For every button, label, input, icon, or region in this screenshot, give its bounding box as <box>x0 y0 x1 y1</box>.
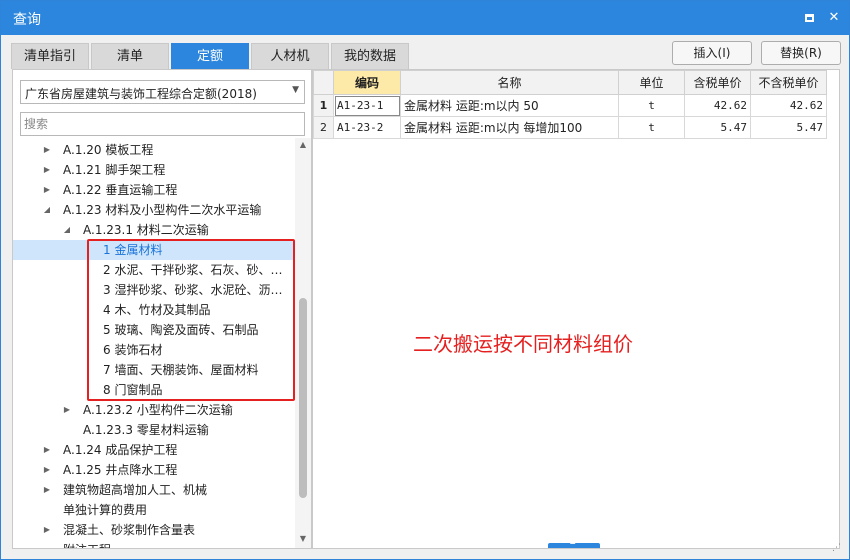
collapse-arrow-icon[interactable]: ◢ <box>61 220 73 240</box>
row-number: 2 <box>313 116 334 139</box>
tab-quota[interactable]: 定额 <box>171 43 249 69</box>
cell-code[interactable]: A1-23-1 <box>333 94 401 117</box>
cell-unit[interactable]: t <box>618 116 685 139</box>
cell-unit[interactable]: t <box>618 94 685 117</box>
expand-arrow-icon[interactable]: ▶ <box>41 460 53 480</box>
tree-node-label: A.1.23.1 材料二次运输 <box>83 223 209 237</box>
column-header-price-tax[interactable]: 含税单价 <box>684 70 751 95</box>
tab-list[interactable]: 清单 <box>91 43 169 69</box>
tree-node-label: A.1.24 成品保护工程 <box>63 443 178 457</box>
query-window: 查询 ✕ 清单指引 清单 定额 人材机 我的数据 插入(I) 替换(R) 广东省… <box>0 0 850 560</box>
scroll-down-icon[interactable]: ▼ <box>298 534 308 543</box>
annotation-text: 二次搬运按不同材料组价 <box>413 332 633 356</box>
cell-name[interactable]: 金属材料 运距:m以内 50 <box>400 94 619 117</box>
tree-node-label: A.1.23.3 零星材料运输 <box>83 423 209 437</box>
cell-price-notax[interactable]: 42.62 <box>750 94 827 117</box>
tree-node-label: 建筑物超高增加人工、机械 <box>63 483 208 497</box>
expand-arrow-icon[interactable]: ▶ <box>61 400 73 420</box>
replace-button[interactable]: 替换(R) <box>761 41 841 65</box>
table-row[interactable]: 2 A1-23-2 金属材料 运距:m以内 每增加100 t 5.47 5.47 <box>313 116 827 139</box>
scrollbar-thumb[interactable] <box>299 298 307 498</box>
tree-node-label: 附注工程 <box>63 540 111 548</box>
tree-node-label: 8 门窗制品 <box>103 383 163 397</box>
column-header-code[interactable]: 编码 <box>333 70 401 95</box>
column-header-unit[interactable]: 单位 <box>618 70 685 95</box>
tree-node-label: A.1.21 脚手架工程 <box>63 163 166 177</box>
expand-arrow-icon[interactable]: ▶ <box>41 180 53 200</box>
expand-arrow-icon[interactable]: ▶ <box>41 140 53 160</box>
tree-node-label: 混凝土、砂浆制作含量表 <box>63 523 196 537</box>
search-input[interactable] <box>20 112 305 136</box>
grid-corner-cell <box>313 70 334 95</box>
cell-name[interactable]: 金属材料 运距:m以内 每增加100 <box>400 116 619 139</box>
tree-node-label: 1 金属材料 <box>103 243 163 257</box>
expand-arrow-icon[interactable]: ▶ <box>41 520 53 540</box>
scroll-up-icon[interactable]: ▲ <box>298 140 308 149</box>
maximize-icon[interactable] <box>798 7 820 29</box>
cell-code[interactable]: A1-23-2 <box>333 116 401 139</box>
quota-grid: 编码 名称 单位 含税单价 不含税单价 1 A1-23-1 金属材料 运距:m以… <box>313 70 827 139</box>
chevron-up-icon: ▲ <box>570 537 576 545</box>
tree-node-label: 2 水泥、干拌砂浆、石灰、砂、… <box>103 263 283 277</box>
tree-node-label: A.1.23 材料及小型构件二次水平运输 <box>63 203 262 217</box>
expand-arrow-icon[interactable]: ▶ <box>41 480 53 500</box>
tree-node-label: 5 玻璃、陶瓷及面砖、石制品 <box>103 323 259 337</box>
column-header-price-notax[interactable]: 不含税单价 <box>750 70 827 95</box>
tree-node-label: A.1.20 模板工程 <box>63 143 154 157</box>
tab-my-data[interactable]: 我的数据 <box>331 43 409 69</box>
tree-node-label: A.1.22 垂直运输工程 <box>63 183 178 197</box>
expand-arrow-icon[interactable]: ▶ <box>41 440 53 460</box>
window-title: 查询 <box>13 12 41 28</box>
tree-node-label: 4 木、竹材及其制品 <box>103 303 211 317</box>
tree-node-label: 6 装饰石材 <box>103 343 163 357</box>
tree-node-label: 7 墙面、天棚装饰、屋面材料 <box>103 363 259 377</box>
tree-node-label: A.1.23.2 小型构件二次运输 <box>83 403 233 417</box>
chevron-down-icon[interactable]: ▼ <box>292 85 299 95</box>
cell-price-tax[interactable]: 42.62 <box>684 94 751 117</box>
title-bar[interactable]: 查询 ✕ <box>1 1 849 35</box>
cell-price-notax[interactable]: 5.47 <box>750 116 827 139</box>
quota-library-select[interactable]: 广东省房屋建筑与装饰工程综合定额(2018) ▼ <box>20 80 305 104</box>
resize-grip-icon[interactable]: ⋰ <box>832 543 841 553</box>
cell-price-tax[interactable]: 5.47 <box>684 116 751 139</box>
tree-scrollbar[interactable]: ▲ ▼ <box>295 138 311 548</box>
row-number: 1 <box>313 94 334 117</box>
column-header-name[interactable]: 名称 <box>400 70 619 95</box>
quota-library-value: 广东省房屋建筑与装饰工程综合定额(2018) <box>25 87 257 101</box>
tree-node[interactable]: 1 金属材料 <box>13 240 293 260</box>
panel-expand-handle[interactable]: ▲ <box>548 537 600 548</box>
tab-list-guide[interactable]: 清单指引 <box>11 43 89 69</box>
collapse-arrow-icon[interactable]: ◢ <box>41 200 53 220</box>
quota-tree-panel: 广东省房屋建筑与装饰工程综合定额(2018) ▼ ▶ A.1.20 模板工程 ▶ A.… <box>12 69 312 549</box>
quota-tree: ▶ A.1.20 模板工程 ▶ A.1.21 脚手架工程 ▶ A.1.22 垂直运输工程 ◢… <box>13 138 295 548</box>
tab-labor-material-machine[interactable]: 人材机 <box>251 43 329 69</box>
expand-arrow-icon[interactable]: ▶ <box>41 160 53 180</box>
quota-grid-panel: 编码 名称 单位 含税单价 不含税单价 1 A1-23-1 金属材料 运距:m以… <box>312 69 840 549</box>
tree-node-label: 3 湿拌砂浆、砂浆、水泥砼、沥… <box>103 283 283 297</box>
table-row[interactable]: 1 A1-23-1 金属材料 运距:m以内 50 t 42.62 42.62 <box>313 94 827 117</box>
tree-node-label: 单独计算的费用 <box>63 503 148 517</box>
insert-button[interactable]: 插入(I) <box>672 41 752 65</box>
close-icon[interactable]: ✕ <box>823 7 845 29</box>
tree-node-label: A.1.25 井点降水工程 <box>63 463 178 477</box>
